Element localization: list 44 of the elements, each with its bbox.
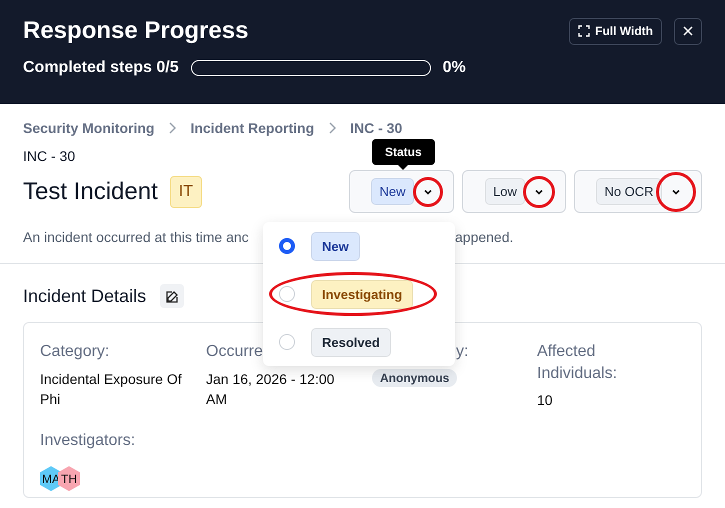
status-pill: New — [371, 178, 414, 205]
reporter-badge: Anonymous — [372, 368, 458, 387]
dropdown-select[interactable]: New — [349, 170, 454, 213]
breadcrumb-link[interactable]: INC - 30 — [350, 120, 402, 136]
field-value: Jan 16, 2026 - 12:00 AM — [206, 370, 336, 409]
tooltip: Status — [372, 139, 435, 165]
chevron-right-icon — [168, 122, 176, 134]
dropdown-select[interactable]: No OCR — [574, 170, 702, 213]
avatar: TH — [58, 466, 80, 492]
incident-id: INC - 30 — [23, 148, 76, 164]
close-icon — [683, 26, 693, 36]
edit-button[interactable] — [160, 284, 184, 308]
incident-description: appened. — [455, 229, 514, 245]
menu-option[interactable]: New — [263, 222, 455, 270]
tooltip-arrow-icon — [398, 165, 408, 170]
menu-option[interactable]: Investigating — [263, 270, 455, 318]
breadcrumb-link[interactable]: Incident Reporting — [190, 120, 314, 136]
status-pill: Resolved — [311, 328, 391, 356]
panel-title: Response Progress — [23, 17, 248, 45]
breadcrumb-link[interactable]: Security Monitoring — [23, 120, 154, 136]
status-pill: Low — [485, 178, 525, 205]
field-label: Occurre — [206, 342, 263, 362]
field-value: Incidental Exposure Of Phi — [40, 370, 183, 409]
section-title: Incident Details — [23, 286, 146, 306]
status-pill: Investigating — [311, 280, 414, 308]
status-pill: No OCR — [596, 178, 662, 205]
close-button[interactable] — [674, 18, 702, 44]
dropdown-select[interactable]: Low — [462, 170, 566, 213]
department-tag: IT — [170, 176, 202, 208]
radio-button[interactable] — [279, 238, 295, 254]
expand-icon — [578, 25, 590, 37]
chevron-right-icon — [328, 122, 336, 134]
progress-label: Completed steps 0/5 — [23, 59, 179, 77]
progress-percent: 0% — [442, 59, 466, 77]
edit-icon — [166, 290, 179, 302]
status-pill: New — [311, 232, 360, 260]
field-label: Category: — [40, 342, 110, 362]
menu-option[interactable]: Resolved — [263, 318, 455, 366]
field-label: Affected Individuals: — [537, 342, 618, 384]
field-value: 10 — [537, 391, 554, 410]
incident-title: Test Incident — [23, 178, 158, 206]
incident-description: An incident occurred at this time anc — [23, 229, 250, 245]
field-label: Investigators: — [40, 431, 136, 452]
full-width-button[interactable]: Full Width — [569, 18, 662, 44]
